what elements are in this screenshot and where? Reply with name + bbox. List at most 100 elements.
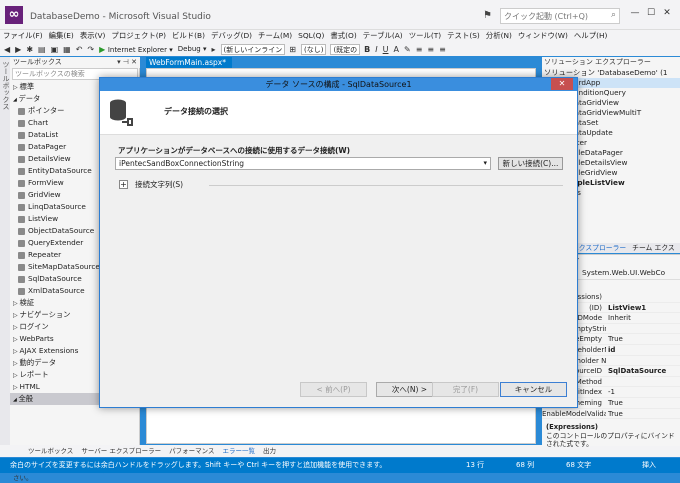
navigate-forward-icon[interactable]: ▶: [15, 45, 21, 54]
menu-item[interactable]: テスト(S): [447, 30, 480, 42]
explorer-tab[interactable]: エクスプローラー: [572, 244, 626, 252]
editor-document-tab[interactable]: WebFormMain.aspx* ✕: [146, 57, 232, 78]
property-value[interactable]: SqlDataSource: [606, 366, 680, 376]
highlight-icon[interactable]: ✎: [404, 45, 411, 54]
toolbox-item-label: AJAX Extensions: [19, 346, 79, 355]
property-value[interactable]: True: [606, 334, 680, 344]
menu-item[interactable]: 表示(V): [80, 30, 106, 42]
status-bar: 余白のサイズを変更するには余白ハンドルをドラッグします。Shift キーや Ct…: [0, 458, 680, 473]
control-icon: [18, 144, 25, 151]
toolbox-item-label: 動的データ: [19, 358, 57, 367]
menu-item[interactable]: ツール(T): [409, 30, 441, 42]
underline-icon[interactable]: U: [383, 45, 389, 54]
style-apply-icon[interactable]: ⊞: [289, 45, 296, 54]
menu-item[interactable]: 書式(O): [330, 30, 356, 42]
toolbox-item-label: 検証: [19, 298, 35, 307]
menu-item[interactable]: SQL(Q): [298, 30, 324, 42]
property-value[interactable]: id: [606, 345, 680, 355]
search-icon: ⌕: [610, 10, 616, 20]
close-window-button[interactable]: ✕: [660, 6, 674, 20]
maximize-button[interactable]: ☐: [644, 6, 658, 20]
notification-flag-icon[interactable]: ⚑: [483, 10, 492, 21]
cancel-button[interactable]: キャンセル: [500, 382, 567, 397]
properties-description: (Expressions) このコントロールのプロパティにバインドされた式です。: [542, 423, 680, 449]
solution-explorer-header: ソリューション エクスプローラー: [544, 58, 651, 66]
run-button[interactable]: ▶ Internet Explorer ▾: [99, 45, 173, 54]
align-left-icon[interactable]: ≡: [416, 45, 423, 54]
property-value[interactable]: [606, 377, 680, 387]
bottom-tab[interactable]: 出力: [263, 445, 276, 457]
new-connection-button[interactable]: 新しい接続(C)...: [498, 157, 563, 170]
size-dropdown[interactable]: (既定の: [330, 43, 361, 55]
bold-icon[interactable]: B: [364, 45, 370, 54]
italic-icon[interactable]: I: [375, 45, 377, 54]
property-value[interactable]: Inherit: [606, 313, 680, 323]
toolbox-item-label: ポインター: [28, 106, 65, 115]
menu-item[interactable]: 編集(E): [49, 30, 74, 42]
align-center-icon[interactable]: ≡: [427, 45, 434, 54]
toolbox-item-label: レポート: [19, 370, 49, 379]
save-all-icon[interactable]: ▦: [63, 45, 71, 54]
new-project-icon[interactable]: ✱: [26, 45, 33, 54]
undo-icon[interactable]: ↶: [76, 45, 83, 54]
menu-item[interactable]: ビルド(B): [172, 30, 205, 42]
control-icon: [18, 240, 25, 247]
property-row[interactable]: EnableModelValidationTrue: [542, 409, 680, 420]
visual-studio-window: ∞ DatabaseDemo - Microsoft Visual Studio…: [0, 0, 680, 483]
database-connection-icon: [110, 99, 133, 126]
property-value[interactable]: [606, 356, 680, 366]
menu-item[interactable]: デバッグ(D): [211, 30, 252, 42]
prev-button[interactable]: < 前へ(P): [300, 382, 367, 397]
toolbox-item-label: 全般: [18, 394, 34, 403]
bottom-tab[interactable]: パフォーマンス: [169, 445, 214, 457]
toolbox-item-label: QueryExtender: [28, 238, 84, 247]
toolbox-item-label: DataPager: [28, 142, 67, 151]
style-dropdown[interactable]: (新しいインライン: [220, 43, 286, 55]
property-value[interactable]: -1: [606, 387, 680, 397]
configuration-dropdown[interactable]: Debug ▾: [178, 45, 207, 53]
open-file-icon[interactable]: ▤: [38, 45, 46, 54]
font-dropdown[interactable]: (なし): [300, 43, 327, 55]
finish-button[interactable]: 完了(F): [432, 382, 499, 397]
divider: [209, 185, 563, 186]
menu-item[interactable]: 分析(N): [486, 30, 512, 42]
property-value[interactable]: ListView1: [606, 303, 680, 313]
quick-launch-input[interactable]: クイック起動 (Ctrl+Q) ⌕: [500, 8, 620, 24]
toolbar-options-icon[interactable]: ▸: [212, 45, 216, 54]
save-icon[interactable]: ▣: [51, 45, 59, 54]
property-value[interactable]: True: [606, 398, 680, 408]
redo-icon[interactable]: ↷: [87, 45, 94, 54]
expand-icon[interactable]: +: [119, 180, 128, 189]
control-icon: [18, 108, 25, 115]
property-name: EnableModelValidation: [542, 409, 606, 418]
navigate-back-icon[interactable]: ◀: [4, 45, 10, 54]
align-right-icon[interactable]: ≡: [439, 45, 446, 54]
dialog-close-button[interactable]: ✕: [551, 78, 573, 90]
window-title: DatabaseDemo - Microsoft Visual Studio: [30, 12, 211, 22]
bottom-tab[interactable]: ツールボックス: [28, 445, 73, 457]
menu-item[interactable]: テーブル(A): [363, 30, 403, 42]
property-value[interactable]: [606, 324, 680, 334]
menu-bar: ファイル(F) 編集(E) 表示(V) プロジェクト(P) ビルド(B) デバッグ(D) チ…: [0, 30, 680, 42]
menu-item[interactable]: ヘルプ(H): [574, 30, 608, 42]
font-color-icon[interactable]: A: [394, 45, 399, 54]
property-value[interactable]: True: [606, 409, 680, 419]
toolbox-item-label: Repeater: [28, 250, 62, 259]
toolbox-item-label: GridView: [28, 190, 61, 199]
menu-item[interactable]: ウィンドウ(W): [518, 30, 568, 42]
menu-item[interactable]: プロジェクト(P): [111, 30, 166, 42]
minimize-button[interactable]: —: [628, 6, 642, 20]
dialog-footer: < 前へ(P) 次へ(N) > 完了(F) キャンセル: [100, 377, 577, 407]
menu-item[interactable]: ファイル(F): [3, 30, 43, 42]
control-icon: [18, 216, 25, 223]
bottom-tab[interactable]: サーバー エクスプローラー: [81, 445, 161, 457]
property-value[interactable]: [606, 292, 680, 302]
pin-icon[interactable]: ▾ ⊣ ✕: [117, 57, 137, 68]
description-title: (Expressions): [546, 423, 599, 431]
status-insert-mode: 挿入: [642, 461, 656, 469]
bottom-tab[interactable]: エラー一覧: [223, 445, 256, 457]
connection-select[interactable]: iPentecSandBoxConnectionString ▾: [115, 157, 491, 170]
toolbox-vertical-tab[interactable]: ツールボックス: [0, 57, 10, 456]
menu-item[interactable]: チーム(M): [258, 30, 292, 42]
status-column: 68 列: [516, 461, 535, 469]
